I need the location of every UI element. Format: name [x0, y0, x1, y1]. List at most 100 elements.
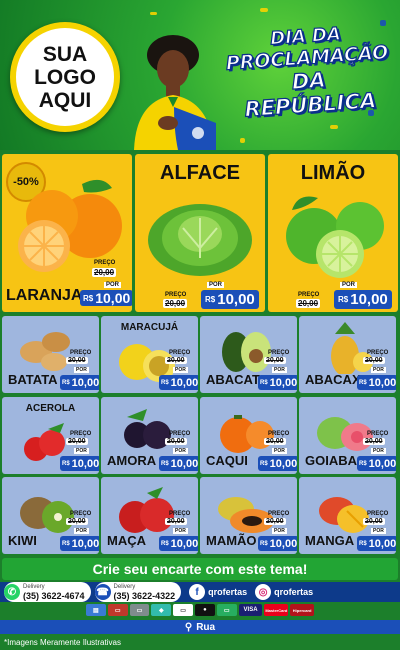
contact-number: (35) 3622-4674	[23, 591, 85, 601]
por-label: POR	[340, 282, 358, 288]
price-tag: PREÇO 20,00 POR R$ 10,00	[256, 350, 297, 392]
new-price: R$ 10,00	[357, 536, 396, 551]
featured-card-alface[interactable]: ALFACE PREÇO 20,00 POR R$ 10,00	[135, 154, 265, 312]
price-value: 10,00	[170, 457, 198, 470]
price-label: PREÇO	[367, 511, 389, 517]
price-tag: PREÇO 20,00 POR R$ 10,00	[256, 431, 297, 473]
phone-icon: ☎	[94, 584, 111, 600]
price-tag: PREÇO 20,00 POR R$ 10,00	[355, 511, 396, 553]
instagram-link[interactable]: ◎ qrofertas	[255, 584, 313, 600]
contact-bar: ✆ Delivery (35) 3622-4674 ☎ Delivery (35…	[0, 582, 400, 602]
product-card[interactable]: GOIABA PREÇO 20,00 POR R$ 10,00	[299, 397, 396, 474]
currency: R$	[359, 460, 367, 467]
product-name: LARANJA	[6, 287, 83, 304]
currency: R$	[260, 460, 268, 467]
new-price: R$ 10,00	[60, 536, 99, 551]
por-label: POR	[173, 448, 188, 454]
old-price: 20,00	[66, 518, 88, 525]
price-label: PREÇO	[70, 350, 92, 356]
new-price: R$ 10,00	[159, 375, 198, 390]
old-price: 20,00	[264, 357, 286, 364]
instagram-icon: ◎	[255, 584, 272, 600]
new-price: R$ 10,00	[258, 375, 297, 390]
product-name: MAMÃO	[206, 533, 257, 548]
new-price: R$ 10,00	[357, 375, 396, 390]
old-price: 20,00	[66, 438, 88, 445]
instagram-handle: qrofertas	[274, 587, 314, 597]
price-label: PREÇO	[94, 260, 116, 266]
old-price: 20,00	[296, 299, 321, 308]
por-label: POR	[74, 448, 89, 454]
price-value: 10,00	[217, 291, 255, 308]
whatsapp-contact[interactable]: ✆ Delivery (35) 3622-4674	[4, 582, 91, 602]
currency: R$	[161, 540, 169, 547]
price-label: PREÇO	[268, 431, 290, 437]
price-value: 10,00	[269, 537, 297, 550]
currency: R$	[62, 540, 70, 547]
product-card[interactable]: CAQUI PREÇO 20,00 POR R$ 10,00	[200, 397, 297, 474]
currency: R$	[260, 540, 268, 547]
price-tag: PREÇO 20,00 POR R$ 10,00	[58, 511, 99, 553]
card-icon: ▭	[107, 604, 128, 616]
price-label: PREÇO	[70, 431, 92, 437]
old-price: 20,00	[363, 518, 385, 525]
new-price: R$ 10,00	[357, 456, 396, 471]
product-card[interactable]: AMORA PREÇO 20,00 POR R$ 10,00	[101, 397, 198, 474]
price-label: PREÇO	[169, 350, 191, 356]
new-price: R$ 10,00	[258, 456, 297, 471]
price-label: PREÇO	[70, 511, 92, 517]
product-subtitle: ACEROLA	[25, 403, 76, 414]
product-card[interactable]: ACEROLA PREÇO 20,00 POR R$ 10,00	[2, 397, 99, 474]
logo-line-3: AQUI	[38, 88, 92, 112]
facebook-link[interactable]: f qrofertas	[189, 584, 247, 600]
card-icon: ▭	[173, 604, 194, 616]
product-card[interactable]: ABACAXI PREÇO 20,00 POR R$ 10,00	[299, 316, 396, 393]
currency: R$	[62, 379, 70, 386]
event-title: DIA DA PROCLAMAÇÃO DA REPÚBLICA	[219, 20, 397, 123]
phone-contact[interactable]: ☎ Delivery (35) 3622-4322	[94, 582, 182, 602]
product-card[interactable]: MAMÃO PREÇO 20,00 POR R$ 10,00	[200, 477, 297, 554]
por-label: POR	[173, 528, 188, 534]
product-card[interactable]: MAÇA PREÇO 20,00 POR R$ 10,00	[101, 477, 198, 554]
product-card[interactable]: MANGA PREÇO 20,00 POR R$ 10,00	[299, 477, 396, 554]
old-price: 20,00	[264, 518, 286, 525]
product-name: CAQUI	[206, 453, 248, 468]
product-card[interactable]: KIWI PREÇO 20,00 POR R$ 10,00	[2, 477, 99, 554]
old-price: 20,00	[165, 357, 187, 364]
boleto-icon: ▤	[85, 604, 106, 616]
price-value: 10,00	[269, 457, 297, 470]
new-price: R$ 10,00	[60, 375, 99, 390]
promo-banner[interactable]: Crie seu encarte com este tema!	[2, 558, 398, 580]
por-label: POR	[272, 528, 287, 534]
featured-card-laranja[interactable]: -50% LARANJA PREÇO 20,00 R$ 10,00 POR	[2, 154, 132, 312]
whatsapp-icon: ✆	[4, 584, 20, 600]
por-label: POR	[371, 448, 386, 454]
currency: R$	[161, 460, 169, 467]
location-pin-icon: ⚲	[184, 621, 193, 633]
featured-card-limao[interactable]: LIMÃO PREÇO 20,00 POR R$ 10,00	[268, 154, 398, 312]
payment-methods: ▤ ▭ ▭ ◆ ▭ ● ▭ VISA MasterCard Hipercard	[85, 604, 315, 618]
new-price: R$ 10,00	[201, 290, 259, 309]
currency: R$	[359, 379, 367, 386]
old-price: 20,00	[363, 438, 385, 445]
price-tag: PREÇO 20,00 POR R$ 10,00	[157, 431, 198, 473]
old-price: 20,00	[92, 268, 117, 277]
disclaimer: *Imagens Meramente Ilustrativas	[4, 638, 121, 647]
price-label: PREÇO	[165, 292, 187, 298]
price-label: PREÇO	[169, 431, 191, 437]
new-price: R$ 10,00	[60, 456, 99, 471]
pix-icon: ◆	[151, 604, 172, 616]
product-card[interactable]: ABACATE PREÇO 20,00 POR R$ 10,00	[200, 316, 297, 393]
new-price: R$ 10,00	[80, 290, 132, 306]
price-value: 10,00	[368, 537, 396, 550]
card-icon: ▭	[129, 604, 150, 616]
por-label: POR	[173, 367, 188, 373]
flyer: SUA LOGO AQUI DIA DA PROCLAMAÇÃO DA REPÚ…	[0, 0, 400, 650]
product-name: BATATA	[8, 372, 58, 387]
hipercard-icon: Hipercard	[290, 604, 315, 616]
product-card[interactable]: BATATA PREÇO 20,00 POR R$ 10,00	[2, 316, 99, 393]
product-card[interactable]: MARACUJÁ PREÇO 20,00 POR R$ 10,00	[101, 316, 198, 393]
currency: R$	[260, 379, 268, 386]
currency: R$	[83, 293, 94, 303]
elo-icon: ●	[195, 604, 215, 616]
